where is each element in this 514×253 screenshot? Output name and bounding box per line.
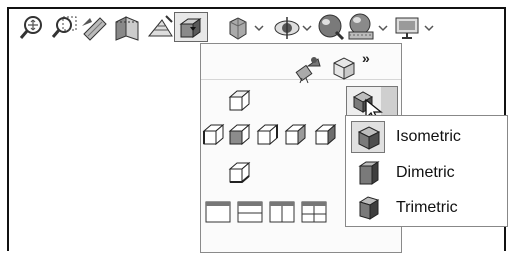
back-view-icon[interactable] (282, 122, 308, 148)
dimetric-label: Dimetric (396, 164, 455, 181)
chevron-down-icon[interactable] (254, 24, 264, 32)
right-view-icon[interactable] (254, 122, 280, 148)
view-orientation-icon (179, 18, 202, 38)
view-settings-icon[interactable] (392, 14, 422, 42)
zoom-to-fit-icon[interactable] (18, 14, 46, 42)
top-view-icon[interactable] (226, 88, 252, 114)
hide-show-icon[interactable] (272, 14, 302, 42)
two-view-horizontal-icon[interactable] (236, 200, 264, 224)
isometric-view-icon[interactable] (312, 122, 342, 148)
overflow-glyph[interactable]: » (362, 50, 370, 66)
dimetric-icon (358, 161, 380, 185)
camera-icon[interactable] (294, 54, 324, 84)
submenu-item-isometric[interactable]: Isometric (348, 120, 505, 154)
front-view-icon[interactable] (226, 122, 252, 148)
edit-appearance-icon[interactable] (316, 12, 346, 42)
section-view-icon[interactable] (112, 14, 142, 42)
submenu-item-dimetric[interactable]: Dimetric (348, 156, 505, 190)
left-view-icon[interactable] (200, 122, 226, 148)
apply-scene-icon[interactable] (346, 12, 378, 42)
bottom-view-icon[interactable] (226, 160, 252, 186)
trimetric-icon (358, 196, 380, 220)
isometric-label: Isometric (396, 128, 461, 145)
chevron-down-icon[interactable] (378, 24, 388, 32)
dynamic-annotation-icon[interactable] (146, 14, 176, 42)
single-view-icon[interactable] (204, 200, 232, 224)
zoom-to-area-icon[interactable] (50, 14, 78, 42)
submenu-item-trimetric[interactable]: Trimetric (348, 191, 505, 225)
view-submenu: Isometric Dimetric Trimetric (345, 115, 508, 227)
trimetric-label: Trimetric (396, 199, 458, 216)
view-selector-icon[interactable] (330, 54, 358, 82)
previous-view-icon[interactable] (80, 14, 110, 42)
two-view-vertical-icon[interactable] (268, 200, 296, 224)
four-view-icon[interactable] (300, 200, 328, 224)
chevron-down-icon[interactable] (302, 24, 312, 32)
chevron-down-icon[interactable] (424, 24, 434, 32)
isometric-icon (357, 126, 381, 150)
